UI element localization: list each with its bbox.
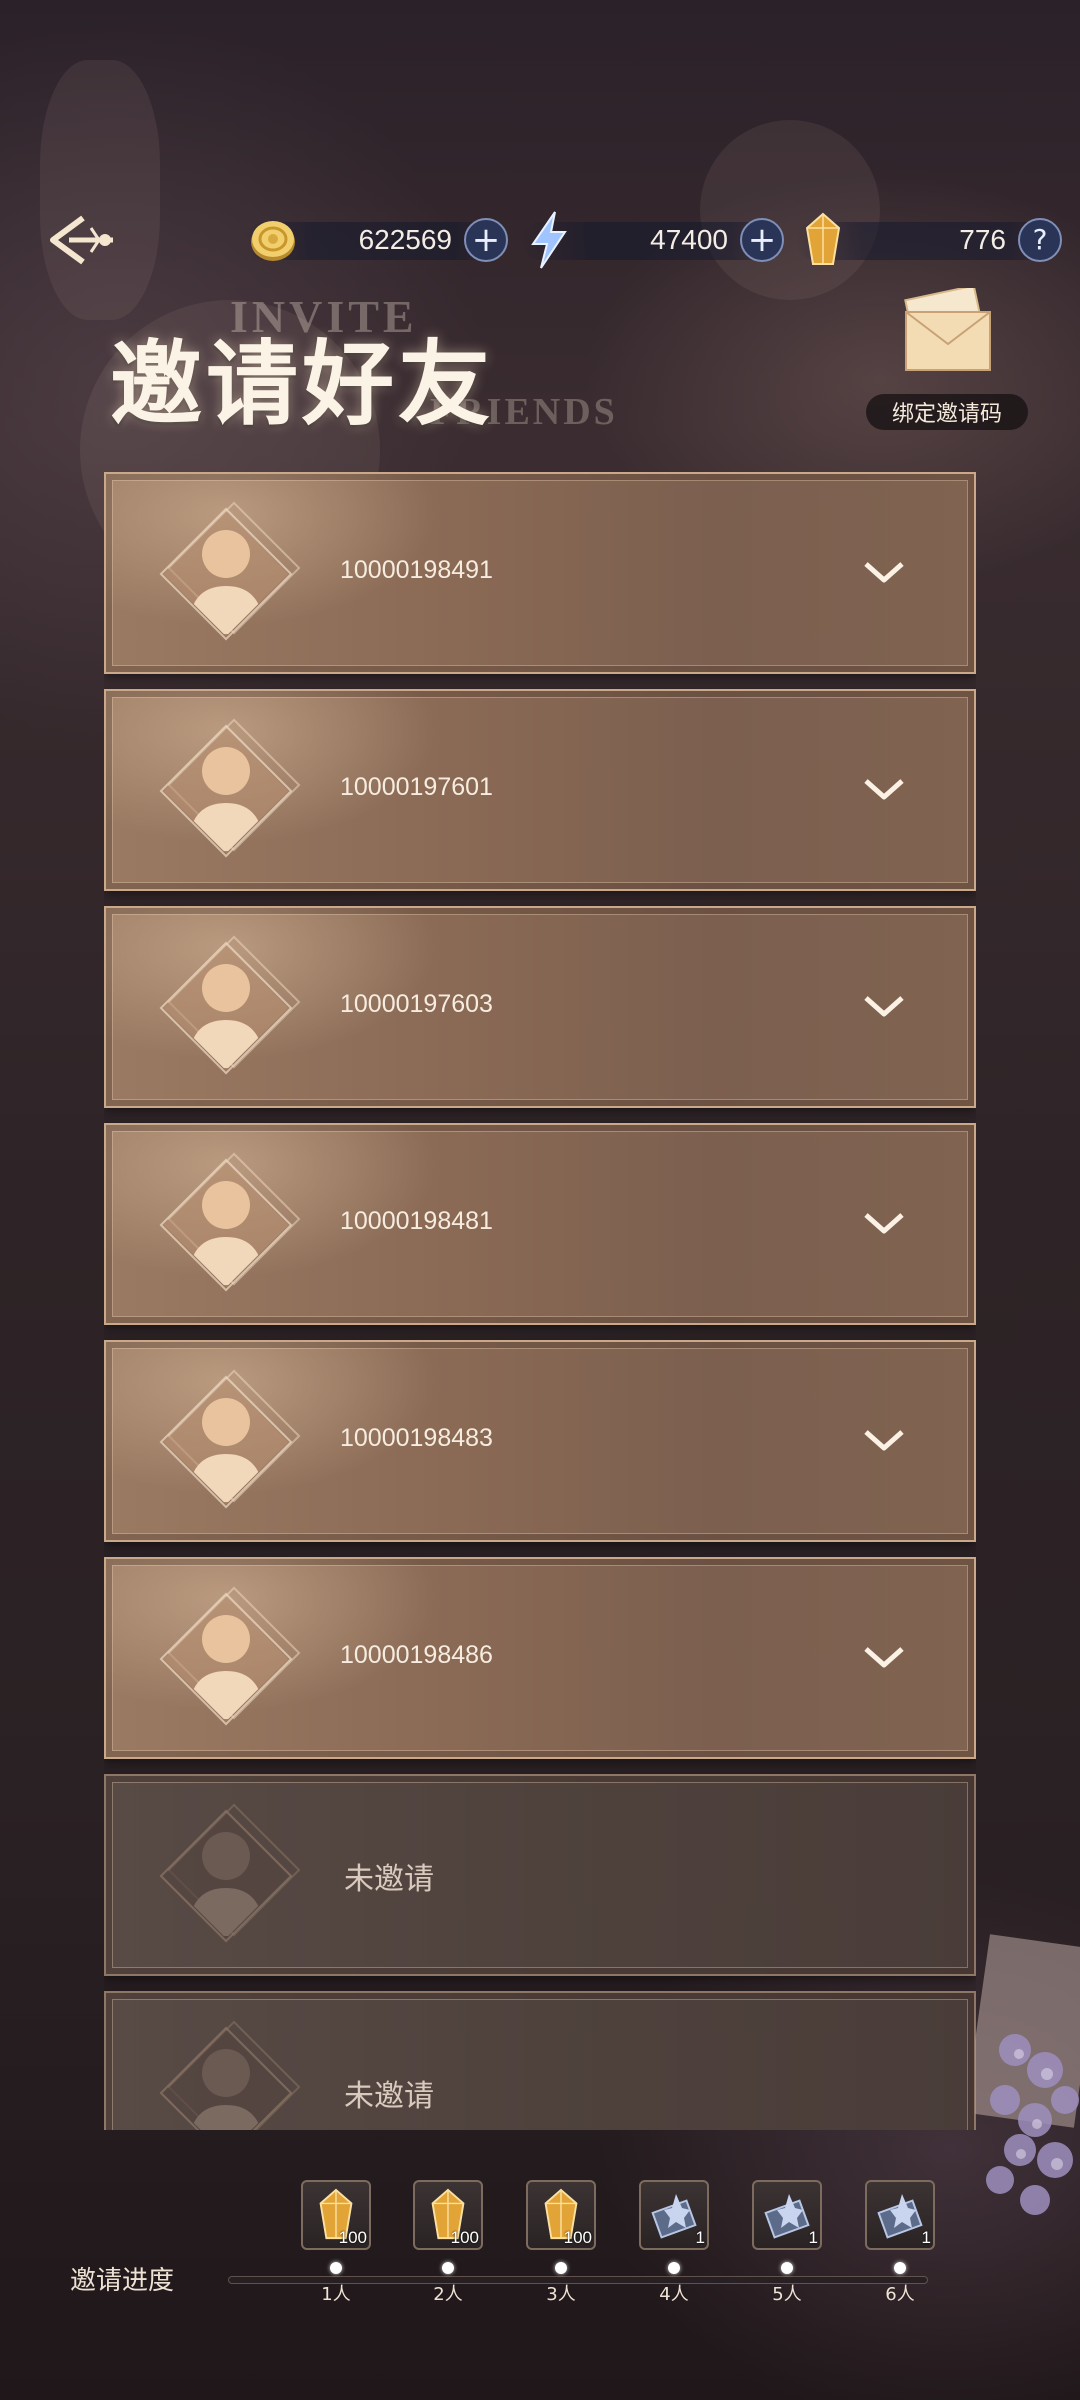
energy-value: 47400 <box>650 224 728 255</box>
back-arrow-icon <box>50 215 113 265</box>
currency-crystal: 776 ? <box>796 212 1062 268</box>
chevron-down-icon[interactable] <box>862 558 906 588</box>
reward-quantity: 1 <box>695 2228 705 2247</box>
reward-quantity: 100 <box>450 2228 479 2247</box>
add-energy-button[interactable]: + <box>740 218 784 262</box>
chevron-down-icon[interactable] <box>862 1426 906 1456</box>
reward-item[interactable]: 100 <box>301 2180 371 2250</box>
avatar <box>146 1796 306 1956</box>
reward-item[interactable]: 1 <box>752 2180 822 2250</box>
reward-quantity: 1 <box>808 2228 818 2247</box>
reward-item[interactable]: 1 <box>639 2180 709 2250</box>
reward-quantity: 100 <box>338 2228 367 2247</box>
progress-dot <box>555 2262 567 2274</box>
avatar <box>146 1579 306 1739</box>
progress-dot <box>668 2262 680 2274</box>
friend-uid: 10000198481 <box>340 1207 493 1235</box>
avatar <box>146 711 306 871</box>
back-button[interactable] <box>40 205 120 275</box>
friend-uid: 10000198483 <box>340 1424 493 1452</box>
friend-uid: 10000198491 <box>340 556 493 584</box>
avatar <box>146 494 306 654</box>
progress-step: 100 2人 <box>408 2180 488 2306</box>
step-count: 1人 <box>321 2284 351 2305</box>
progress-step: 100 1人 <box>296 2180 376 2306</box>
friend-uid: 10000197601 <box>340 773 493 801</box>
reward-item[interactable]: 100 <box>413 2180 483 2250</box>
step-count: 4人 <box>659 2284 689 2305</box>
gold-value: 622569 <box>358 224 452 255</box>
chevron-down-icon[interactable] <box>862 1209 906 1239</box>
add-gold-button[interactable]: + <box>464 218 508 262</box>
bind-invite-code-button[interactable]: 绑定邀请码 <box>862 280 1032 440</box>
progress-dot <box>781 2262 793 2274</box>
step-count: 5人 <box>772 2284 802 2305</box>
friend-slot-empty[interactable]: 未邀请 <box>104 1991 976 2130</box>
envelope-icon <box>898 284 998 378</box>
friend-card[interactable]: 10000198481 <box>104 1123 976 1325</box>
invite-progress-label: 邀请进度 <box>70 2266 175 2296</box>
step-count: 6人 <box>885 2284 915 2305</box>
progress-dot <box>894 2262 906 2274</box>
bind-invite-code-label: 绑定邀请码 <box>866 394 1028 430</box>
reward-quantity: 100 <box>563 2228 592 2247</box>
chevron-down-icon[interactable] <box>862 1643 906 1673</box>
progress-step: 1 5人 <box>747 2180 827 2306</box>
avatar <box>146 1145 306 1305</box>
flower-decoration <box>964 1930 1080 2350</box>
friend-card[interactable]: 10000197601 <box>104 689 976 891</box>
reward-item[interactable]: 1 <box>865 2180 935 2250</box>
friend-card[interactable]: 10000198486 <box>104 1557 976 1759</box>
friend-card[interactable]: 10000198491 <box>104 472 976 674</box>
title-cn: 邀请好友 <box>110 330 495 438</box>
help-button[interactable]: ? <box>1018 218 1062 262</box>
avatar <box>146 928 306 1088</box>
lightning-icon <box>522 211 576 269</box>
friend-list[interactable]: 10000198491 10000197601 10000197603 1000… <box>104 472 976 2130</box>
step-count: 3人 <box>546 2284 576 2305</box>
amber-crystal-icon <box>796 212 850 267</box>
progress-dot <box>442 2262 454 2274</box>
currency-gold: 622569 + <box>246 212 508 268</box>
progress-dot <box>330 2262 342 2274</box>
chevron-down-icon[interactable] <box>862 775 906 805</box>
progress-step: 1 6人 <box>860 2180 940 2306</box>
not-invited-label: 未邀请 <box>344 1862 434 1897</box>
currency-energy: 47400 + <box>522 211 784 269</box>
reward-item[interactable]: 100 <box>526 2180 596 2250</box>
gold-coin-icon <box>246 213 300 267</box>
chevron-down-icon[interactable] <box>862 992 906 1022</box>
friend-card[interactable]: 10000198483 <box>104 1340 976 1542</box>
reward-quantity: 1 <box>921 2228 931 2247</box>
friend-card[interactable]: 10000197603 <box>104 906 976 1108</box>
crystal-value: 776 <box>959 224 1006 255</box>
progress-step: 1 4人 <box>634 2180 714 2306</box>
friend-slot-empty[interactable]: 未邀请 <box>104 1774 976 1976</box>
friend-uid: 10000198486 <box>340 1641 493 1669</box>
progress-step: 100 3人 <box>521 2180 601 2306</box>
step-count: 2人 <box>433 2284 463 2305</box>
page-title: INVITE FRIENDS 邀请好友 <box>110 290 710 440</box>
avatar <box>146 2013 306 2130</box>
friend-uid: 10000197603 <box>340 990 493 1018</box>
not-invited-label: 未邀请 <box>344 2079 434 2114</box>
avatar <box>146 1362 306 1522</box>
